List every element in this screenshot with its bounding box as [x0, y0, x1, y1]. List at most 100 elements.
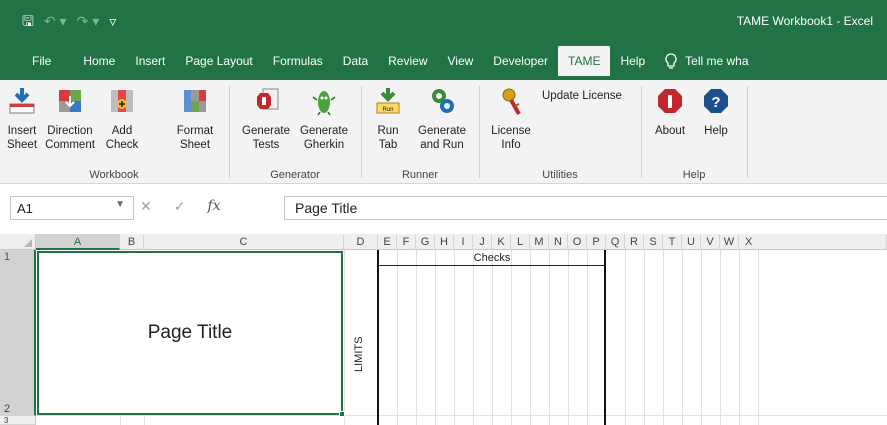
gridline	[568, 250, 569, 425]
group-runner: Run Run Tab Generate and Run Runner	[362, 80, 478, 184]
column-header-l[interactable]: L	[511, 234, 530, 250]
column-header-a[interactable]: A	[36, 234, 120, 250]
tab-home[interactable]: Home	[73, 42, 125, 80]
cancel-icon[interactable]: ✕	[140, 198, 152, 215]
redo-icon[interactable]: ↷ ▾	[77, 12, 100, 30]
column-header-w[interactable]: W	[720, 234, 739, 250]
column-header-x[interactable]: X	[739, 234, 887, 250]
about-button[interactable]: About	[650, 84, 690, 138]
column-header-o[interactable]: O	[568, 234, 587, 250]
gridline	[473, 250, 474, 425]
formula-controls: ✕ ✓ fx	[140, 198, 221, 215]
column-header-u[interactable]: U	[682, 234, 701, 250]
chevron-down-icon[interactable]: ▼	[115, 199, 125, 210]
select-all-button[interactable]	[0, 234, 36, 250]
column-header-g[interactable]: G	[416, 234, 435, 250]
column-header-b[interactable]: B	[120, 234, 144, 250]
limits-label[interactable]: LIMITS	[353, 337, 365, 372]
tab-developer[interactable]: Developer	[483, 42, 558, 80]
undo-icon[interactable]: ↶ ▾	[44, 12, 67, 30]
window-title: TAME Workbook1 - Excel	[736, 14, 873, 28]
generate-and-run-button[interactable]: Generate and Run	[414, 84, 470, 152]
direction-comment-icon	[59, 90, 81, 112]
tab-formulas[interactable]: Formulas	[263, 42, 333, 80]
column-header-t[interactable]: T	[663, 234, 682, 250]
row-header-2[interactable]: 2	[0, 402, 36, 416]
column-header-d[interactable]: D	[344, 234, 378, 250]
column-header-c[interactable]: C	[144, 234, 344, 250]
column-header-e[interactable]: E	[378, 234, 397, 250]
gridline	[416, 250, 417, 425]
tell-me-label: Tell me wha	[685, 54, 749, 68]
formula-input[interactable]: Page Title	[284, 196, 887, 220]
generate-tests-icon	[257, 88, 279, 110]
tab-insert[interactable]: Insert	[125, 42, 175, 80]
generate-gherkin-button[interactable]: Generate Gherkin	[296, 84, 352, 152]
tab-tame[interactable]: TAME	[558, 46, 611, 76]
column-header-v[interactable]: V	[701, 234, 720, 250]
tab-page-layout[interactable]: Page Layout	[175, 42, 262, 80]
name-box[interactable]: A1 ▼	[10, 196, 134, 220]
gridline	[701, 250, 702, 425]
gridline	[397, 250, 398, 425]
generate-tests-button[interactable]: Generate Tests	[238, 84, 294, 152]
column-header-q[interactable]: Q	[606, 234, 625, 250]
format-sheet-button[interactable]: Format Sheet	[170, 84, 220, 152]
checks-header[interactable]: Checks	[378, 251, 606, 266]
insert-function-icon[interactable]: fx	[207, 198, 220, 215]
tab-help[interactable]: Help	[610, 42, 655, 80]
group-label-help: Help	[682, 169, 706, 181]
group-workbook: Insert Sheet Direction Comment Add Check…	[0, 80, 228, 184]
column-header-r[interactable]: R	[625, 234, 644, 250]
save-icon[interactable]: 🖫	[22, 12, 34, 30]
gridline	[549, 250, 550, 425]
row-header-1[interactable]: 1	[0, 250, 36, 416]
group-separator	[747, 86, 748, 178]
gridline	[511, 250, 512, 425]
tab-review[interactable]: Review	[378, 42, 437, 80]
row-header-3[interactable]: 3	[0, 416, 36, 425]
tab-view[interactable]: View	[438, 42, 484, 80]
generate-and-run-icon	[432, 89, 454, 113]
column-header-n[interactable]: N	[549, 234, 568, 250]
column-header-k[interactable]: K	[492, 234, 511, 250]
tab-data[interactable]: Data	[333, 42, 378, 80]
run-tab-button[interactable]: Run Run Tab	[370, 84, 406, 152]
worksheet-grid[interactable]: A B C D E F G H I J K L M N O P Q R S T …	[0, 234, 887, 425]
help-button[interactable]: ? Help	[696, 84, 736, 138]
add-check-icon	[111, 90, 133, 112]
help-icon: ?	[704, 89, 728, 113]
column-header-j[interactable]: J	[473, 234, 492, 250]
column-header-h[interactable]: H	[435, 234, 454, 250]
column-header-f[interactable]: F	[397, 234, 416, 250]
gridline	[682, 250, 683, 425]
group-label-generator: Generator	[270, 169, 320, 181]
customize-qat-icon[interactable]: ▿	[109, 12, 116, 30]
insert-sheet-button[interactable]: Insert Sheet	[4, 84, 40, 152]
group-label-utilities: Utilities	[542, 169, 578, 181]
column-header-m[interactable]: M	[530, 234, 549, 250]
tab-file[interactable]: File	[22, 42, 61, 80]
enter-icon[interactable]: ✓	[174, 198, 186, 215]
add-check-button[interactable]: Add Check	[104, 84, 140, 152]
column-header-i[interactable]: I	[454, 234, 473, 250]
update-license-button[interactable]: Update License	[542, 90, 622, 102]
svg-text:?: ?	[711, 94, 720, 111]
gridline	[758, 250, 759, 425]
tell-me-box[interactable]: Tell me wha	[655, 42, 758, 80]
license-info-button[interactable]: License Info	[488, 84, 534, 152]
column-header-p[interactable]: P	[587, 234, 606, 250]
column-header-s[interactable]: S	[644, 234, 663, 250]
name-box-value: A1	[17, 201, 33, 216]
lightbulb-icon	[665, 53, 677, 69]
gridline	[492, 250, 493, 425]
direction-comment-button[interactable]: Direction Comment	[40, 84, 100, 152]
gridline	[663, 250, 664, 425]
formula-bar: A1 ▼ ✕ ✓ fx Page Title	[0, 190, 887, 226]
group-help: About ? Help Help	[642, 80, 746, 184]
fill-handle[interactable]	[339, 411, 345, 417]
title-bar: 🖫 ↶ ▾ ↷ ▾ ▿ TAME Workbook1 - Excel	[0, 0, 887, 42]
group-utilities: License Info Update License Utilities	[480, 80, 640, 184]
svg-text:Run: Run	[382, 107, 393, 113]
cell-a1-page-title[interactable]: Page Title	[37, 251, 343, 415]
